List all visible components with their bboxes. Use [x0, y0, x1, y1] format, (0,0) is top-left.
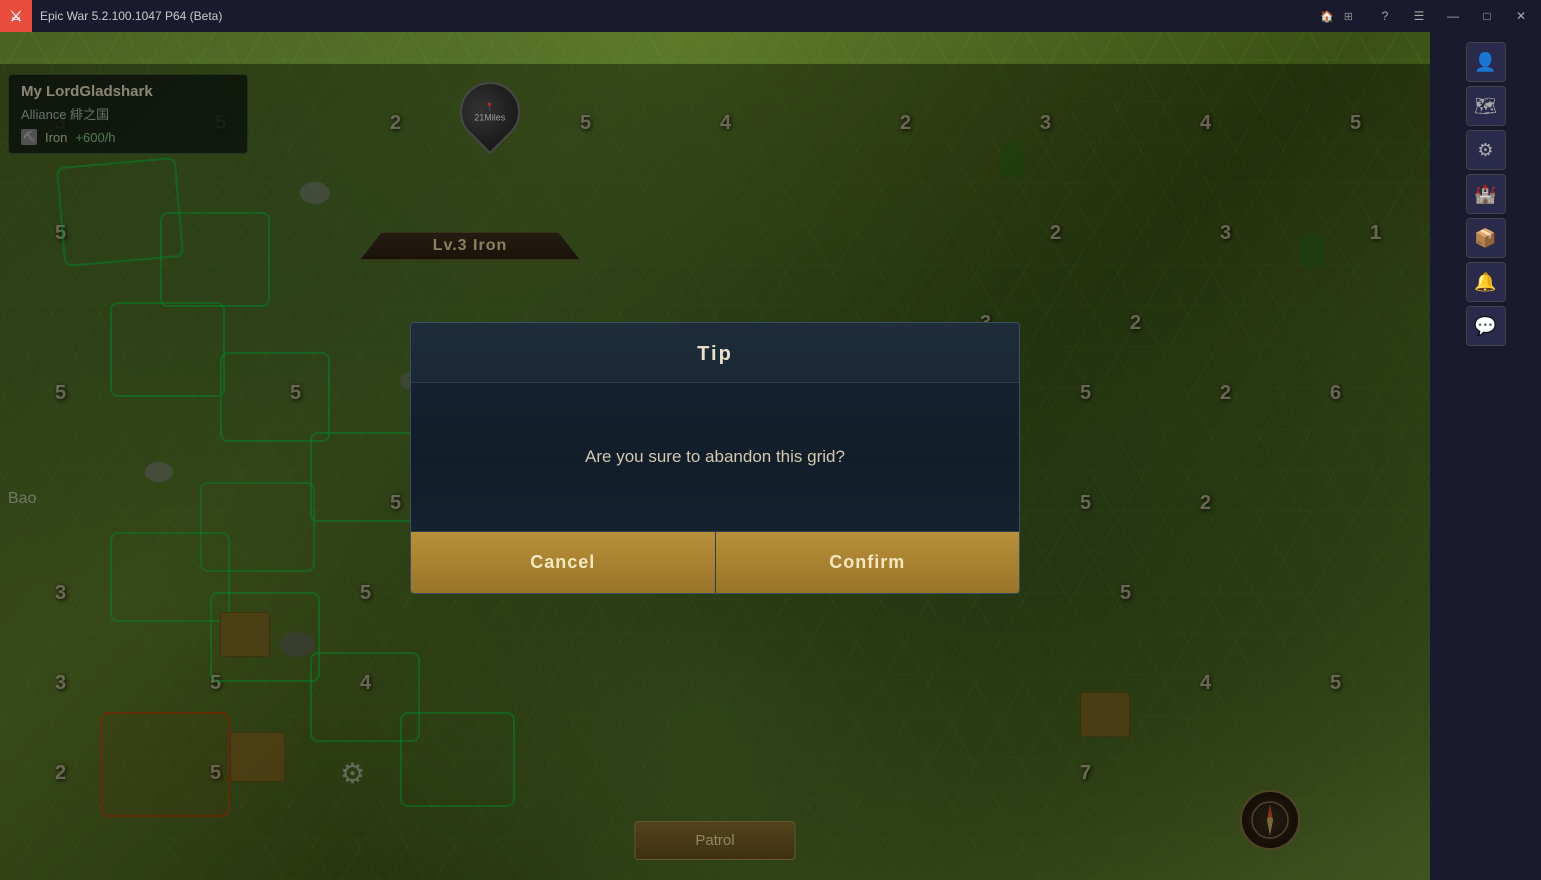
minimize-button[interactable]: —	[1437, 0, 1469, 32]
sidebar-icon-settings[interactable]: ⚙	[1466, 130, 1506, 170]
sidebar-icon-chat[interactable]: 💬	[1466, 306, 1506, 346]
confirm-button[interactable]: Confirm	[716, 532, 1020, 593]
game-map[interactable]: 3 5 2 5 4 2 3 4 5 5 2 3 1 3 2 5 5 5 2 6 …	[0, 32, 1430, 880]
app-title: Epic War 5.2.100.1047 P64 (Beta)	[40, 9, 1320, 23]
close-button[interactable]: ✕	[1505, 0, 1537, 32]
dialog-title: Tip	[411, 323, 1019, 383]
dialog-message: Are you sure to abandon this grid?	[411, 383, 1019, 530]
menu-button[interactable]: ☰	[1403, 0, 1435, 32]
window-controls: ? ☰ — □ ✕	[1369, 0, 1537, 32]
sidebar-icon-profile[interactable]: 👤	[1466, 42, 1506, 82]
titlebar: ⚔ Epic War 5.2.100.1047 P64 (Beta) 🏠 ⊞ ?…	[0, 0, 1541, 32]
cancel-button[interactable]: Cancel	[411, 532, 716, 593]
app-icon: ⚔	[0, 0, 32, 32]
dialog-footer: Cancel Confirm	[411, 531, 1019, 593]
dialog-box: Tip Are you sure to abandon this grid? C…	[410, 322, 1020, 593]
maximize-button[interactable]: □	[1471, 0, 1503, 32]
sidebar-icon-castle[interactable]: 🏰	[1466, 174, 1506, 214]
right-sidebar: 👤 🗺 ⚙ 🏰 📦 🔔 💬	[1430, 32, 1541, 880]
modal-overlay: Tip Are you sure to abandon this grid? C…	[0, 64, 1430, 880]
help-button[interactable]: ?	[1369, 0, 1401, 32]
sidebar-icon-notifications[interactable]: 🔔	[1466, 262, 1506, 302]
sidebar-icon-map[interactable]: 🗺	[1466, 86, 1506, 126]
sidebar-icon-inventory[interactable]: 📦	[1466, 218, 1506, 258]
